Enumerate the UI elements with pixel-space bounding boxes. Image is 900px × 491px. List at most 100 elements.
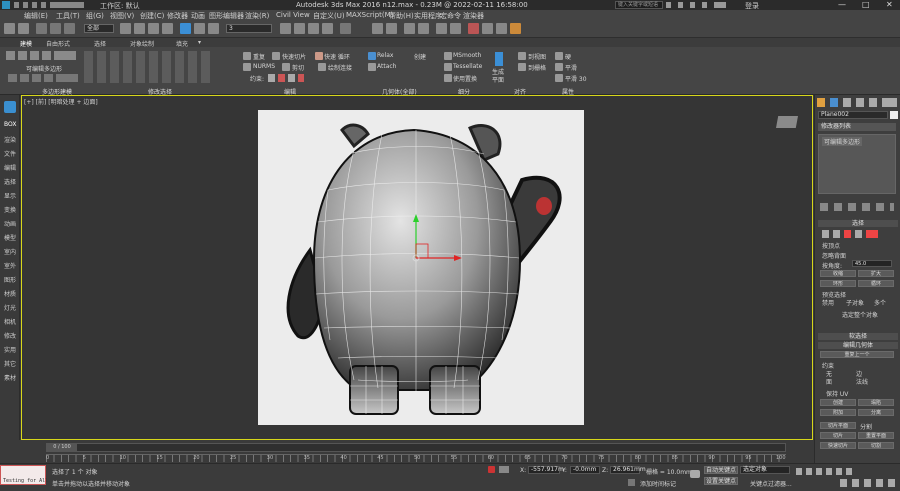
modify-selection-icons[interactable] [84, 51, 210, 83]
grow-button[interactable]: 扩大 [858, 270, 894, 277]
search-icons[interactable] [666, 2, 726, 8]
link-icon[interactable] [36, 23, 47, 34]
collapse-button[interactable]: 塌陷 [858, 399, 894, 406]
attach-icon[interactable] [368, 63, 376, 71]
ignore-backfacing-checkbox[interactable]: 忽略背面 [822, 251, 846, 260]
mesh-model[interactable] [258, 110, 584, 425]
leftbar-item[interactable]: 显示 [4, 191, 16, 200]
subobject-icons[interactable] [8, 74, 78, 82]
angle-value-field[interactable]: 45.0 [852, 260, 892, 267]
box-icon[interactable] [4, 101, 16, 113]
edit-geometry-header[interactable]: 编辑几何体 [818, 342, 898, 349]
align-icon[interactable] [386, 23, 397, 34]
relax-icon[interactable] [368, 52, 376, 60]
auto-key-button[interactable]: 自动关键点 [704, 466, 738, 474]
percent-snap-icon[interactable] [308, 23, 319, 34]
schematic-view-icon[interactable] [450, 23, 461, 34]
leftbar-item[interactable]: 变换 [4, 205, 16, 214]
selected-dropdown[interactable]: 选定对象 [740, 466, 790, 474]
menu-maxscript[interactable]: MAXScript(M) [346, 11, 393, 19]
render-icon[interactable] [510, 23, 521, 34]
minimize-icon[interactable]: — [838, 0, 846, 9]
constraint-face-radio[interactable]: 面 [826, 377, 832, 386]
hard-icon[interactable] [555, 52, 563, 60]
listener-text[interactable]: Testing for All [3, 478, 48, 484]
soft-selection-header[interactable]: 软选择 [818, 333, 898, 340]
x-coordinate[interactable]: -557.917m [528, 466, 564, 474]
quickloop-icon[interactable] [315, 52, 323, 60]
maxscript-listener[interactable]: Testing for All [0, 465, 48, 485]
close-icon[interactable]: ✕ [886, 0, 893, 9]
snap-toggle-icon[interactable] [280, 23, 291, 34]
leftbar-item[interactable]: 其它 [4, 359, 16, 368]
smooth30-button[interactable]: 平滑 30 [565, 74, 587, 83]
add-time-tag-button[interactable]: 添加时间标记 [640, 479, 676, 488]
attach-button-panel[interactable]: 附加 [820, 409, 856, 416]
add-tag-icon[interactable] [628, 479, 635, 486]
leftbar-item[interactable]: 素材 [4, 373, 16, 382]
leftbar-item[interactable]: 图形 [4, 275, 16, 284]
split-checkbox[interactable]: 分割 [860, 422, 872, 431]
preview-subobject-radio[interactable]: 子对象 [846, 298, 864, 307]
leftbar-item[interactable]: 灯光 [4, 303, 16, 312]
repeat-button[interactable]: 重复 [253, 52, 265, 61]
snap-value[interactable]: 3 [226, 24, 272, 33]
msmooth-button[interactable]: MSmooth [453, 52, 481, 59]
modifier-list-dropdown[interactable]: 修改器列表 [818, 123, 896, 131]
leftbar-item[interactable]: 编辑 [4, 163, 16, 172]
paintconnect-button[interactable]: 绘制连接 [328, 63, 352, 72]
viewport-nav-icons[interactable] [840, 479, 898, 487]
repeat-last-button[interactable]: 重复上一个 [820, 351, 894, 358]
polygon-tools-icons[interactable] [6, 51, 76, 60]
quickslice-button-panel[interactable]: 快速切片 [820, 442, 856, 449]
constraint-icons[interactable] [268, 74, 304, 82]
spinner-snap-icon[interactable] [322, 23, 333, 34]
bind-space-warp-icon[interactable] [64, 23, 75, 34]
render-frame-icon[interactable] [496, 23, 507, 34]
smooth-button[interactable]: 平滑 [565, 63, 577, 72]
generate-plane-button[interactable]: 生成平面 [492, 69, 508, 85]
constraint-normal-radio[interactable]: 法线 [856, 377, 868, 386]
curve-editor-icon[interactable] [436, 23, 447, 34]
layer-icon[interactable] [404, 23, 415, 34]
unlink-icon[interactable] [50, 23, 61, 34]
selection-rollout-header[interactable]: 选择 [818, 220, 898, 227]
tessellate-icon[interactable] [444, 63, 452, 71]
leftbar-item[interactable]: 实用 [4, 345, 16, 354]
key-filters-button[interactable]: 关键点过滤器... [750, 479, 792, 488]
cut-button-panel[interactable]: 切割 [858, 442, 894, 449]
render-setup-icon[interactable] [482, 23, 493, 34]
msmooth-icon[interactable] [444, 52, 452, 60]
leftbar-item[interactable]: 动画 [4, 219, 16, 228]
z-coordinate[interactable]: 26.961mm [610, 466, 646, 474]
playback-controls[interactable] [796, 468, 856, 475]
leftbar-item[interactable]: 相机 [4, 317, 16, 326]
to-grid-icon[interactable] [518, 63, 526, 71]
leftbar-item[interactable]: 室内 [4, 247, 16, 256]
leftbar-item[interactable]: 室外 [4, 261, 16, 270]
y-coordinate[interactable]: -0.0mm [570, 466, 600, 474]
leftbar-item-box[interactable]: BOX [4, 121, 16, 128]
loop-button[interactable]: 循环 [858, 280, 894, 287]
selection-filter[interactable]: 全部 [84, 24, 114, 33]
search-input[interactable]: 键入关键字或短语 [615, 1, 663, 9]
object-color-swatch[interactable] [890, 111, 898, 119]
by-angle-checkbox[interactable]: 按角度: [822, 261, 842, 270]
quickslice-icon[interactable] [272, 52, 280, 60]
time-slider[interactable]: 0 / 100 [46, 443, 786, 452]
reset-plane-button[interactable]: 重置平面 [858, 432, 894, 439]
nurms-button[interactable]: NURMS [253, 63, 275, 70]
quickslice-button[interactable]: 快速切片 [282, 52, 306, 61]
smooth-icon[interactable] [555, 63, 563, 71]
lock-icon[interactable] [488, 466, 495, 473]
ring-button[interactable]: 环形 [820, 280, 856, 287]
keep-uv-checkbox[interactable]: 保持 UV [826, 389, 848, 398]
quick-access-icons[interactable] [14, 2, 84, 8]
usedisplace-button[interactable]: 使用置换 [453, 74, 477, 83]
time-slider-thumb[interactable]: 0 / 100 [47, 444, 77, 451]
attach-button[interactable]: Attach [377, 63, 396, 70]
generate-plane-icon[interactable] [495, 52, 503, 66]
shrink-button[interactable]: 收缩 [820, 270, 856, 277]
viewcube-icon[interactable] [776, 116, 798, 128]
hard-button[interactable]: 硬 [565, 52, 571, 61]
